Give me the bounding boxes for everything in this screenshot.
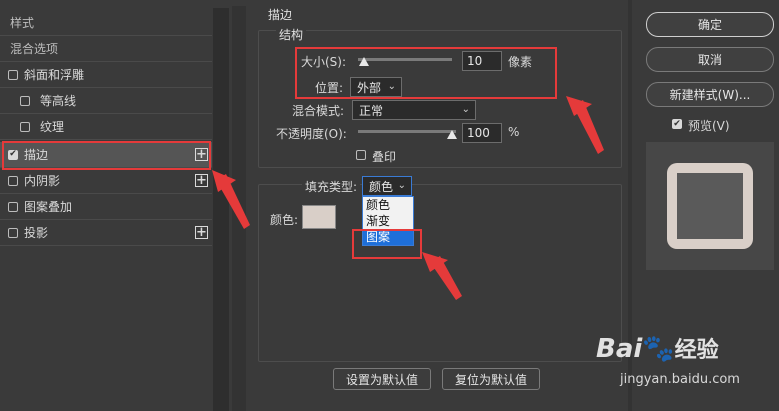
watermark-brand: Bai🐾经验 (596, 332, 719, 364)
watermark-brand-text: Bai (596, 334, 643, 364)
paw-icon: 🐾 (642, 334, 675, 364)
watermark-brand2: 经验 (674, 338, 719, 363)
watermark-url: jingyan.baidu.com (620, 372, 740, 387)
